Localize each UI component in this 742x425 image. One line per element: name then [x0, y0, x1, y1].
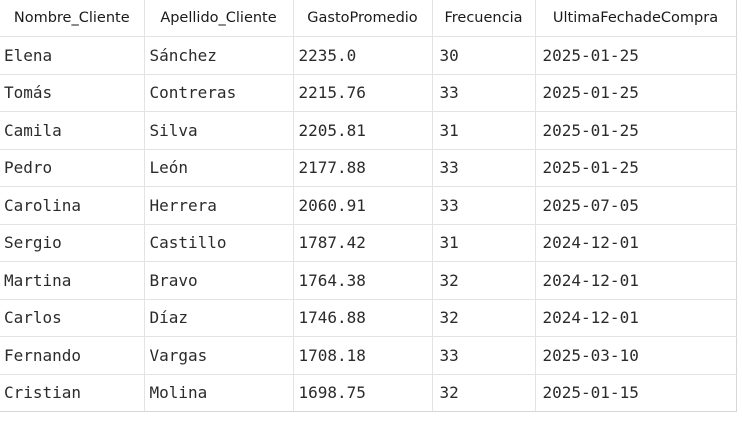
cell-frecuencia[interactable]: 33 [432, 336, 536, 375]
cell-nombre[interactable]: Fernando [0, 336, 145, 375]
cell-frecuencia[interactable]: 32 [432, 261, 536, 300]
cell-ultima-fecha[interactable]: 2025-01-25 [535, 111, 737, 150]
cell-nombre[interactable]: Carolina [0, 186, 145, 225]
cell-ultima-fecha[interactable]: 2024-12-01 [535, 224, 737, 262]
table-header: Nombre_Cliente Apellido_Cliente GastoPro… [0, 0, 737, 37]
cell-nombre[interactable]: Tomás [0, 74, 145, 112]
cell-nombre[interactable]: Pedro [0, 149, 145, 187]
cell-gasto-promedio[interactable]: 1787.42 [293, 224, 433, 262]
cell-gasto-promedio[interactable]: 2177.88 [293, 149, 433, 187]
cell-frecuencia[interactable]: 32 [432, 299, 536, 337]
column-header-gasto-promedio[interactable]: GastoPromedio [293, 0, 433, 37]
cell-gasto-promedio[interactable]: 2060.91 [293, 186, 433, 225]
cell-frecuencia[interactable]: 31 [432, 111, 536, 150]
cell-apellido[interactable]: Silva [144, 111, 294, 150]
cell-nombre[interactable]: Camila [0, 111, 145, 150]
cell-gasto-promedio[interactable]: 1708.18 [293, 336, 433, 375]
table-row[interactable]: Carlos Díaz 1746.88 32 2024-12-01 [0, 299, 737, 337]
cell-nombre[interactable]: Cristian [0, 374, 145, 412]
column-header-nombre-cliente[interactable]: Nombre_Cliente [0, 0, 145, 37]
cell-frecuencia[interactable]: 33 [432, 186, 536, 225]
cell-ultima-fecha[interactable]: 2024-12-01 [535, 261, 737, 300]
cell-frecuencia[interactable]: 30 [432, 36, 536, 75]
cell-nombre[interactable]: Sergio [0, 224, 145, 262]
table-row[interactable]: Pedro León 2177.88 33 2025-01-25 [0, 149, 737, 187]
cell-apellido[interactable]: Herrera [144, 186, 294, 225]
header-row: Nombre_Cliente Apellido_Cliente GastoPro… [0, 0, 737, 37]
cell-ultima-fecha[interactable]: 2025-01-15 [535, 374, 737, 412]
cell-gasto-promedio[interactable]: 1764.38 [293, 261, 433, 300]
query-result-grid: Nombre_Cliente Apellido_Cliente GastoPro… [0, 0, 737, 412]
cell-nombre[interactable]: Carlos [0, 299, 145, 337]
column-header-frecuencia[interactable]: Frecuencia [432, 0, 536, 37]
table-row[interactable]: Fernando Vargas 1708.18 33 2025-03-10 [0, 336, 737, 375]
cell-ultima-fecha[interactable]: 2025-01-25 [535, 74, 737, 112]
table-row[interactable]: Carolina Herrera 2060.91 33 2025-07-05 [0, 186, 737, 225]
cell-apellido[interactable]: Sánchez [144, 36, 294, 75]
cell-gasto-promedio[interactable]: 2215.76 [293, 74, 433, 112]
table-row[interactable]: Cristian Molina 1698.75 32 2025-01-15 [0, 374, 737, 412]
cell-ultima-fecha[interactable]: 2025-07-05 [535, 186, 737, 225]
cell-apellido[interactable]: Bravo [144, 261, 294, 300]
cell-frecuencia[interactable]: 33 [432, 149, 536, 187]
table-row[interactable]: Camila Silva 2205.81 31 2025-01-25 [0, 111, 737, 150]
cell-gasto-promedio[interactable]: 2205.81 [293, 111, 433, 150]
cell-apellido[interactable]: Molina [144, 374, 294, 412]
column-header-apellido-cliente[interactable]: Apellido_Cliente [144, 0, 294, 37]
cell-nombre[interactable]: Elena [0, 36, 145, 75]
cell-apellido[interactable]: Díaz [144, 299, 294, 337]
cell-apellido[interactable]: Contreras [144, 74, 294, 112]
result-table: Nombre_Cliente Apellido_Cliente GastoPro… [0, 0, 737, 412]
cell-gasto-promedio[interactable]: 1698.75 [293, 374, 433, 412]
table-row[interactable]: Elena Sánchez 2235.0 30 2025-01-25 [0, 36, 737, 75]
table-row[interactable]: Sergio Castillo 1787.42 31 2024-12-01 [0, 224, 737, 262]
table-row[interactable]: Tomás Contreras 2215.76 33 2025-01-25 [0, 74, 737, 112]
cell-apellido[interactable]: Vargas [144, 336, 294, 375]
cell-frecuencia[interactable]: 33 [432, 74, 536, 112]
cell-gasto-promedio[interactable]: 2235.0 [293, 36, 433, 75]
cell-apellido[interactable]: León [144, 149, 294, 187]
cell-ultima-fecha[interactable]: 2025-03-10 [535, 336, 737, 375]
cell-apellido[interactable]: Castillo [144, 224, 294, 262]
cell-ultima-fecha[interactable]: 2025-01-25 [535, 36, 737, 75]
cell-ultima-fecha[interactable]: 2024-12-01 [535, 299, 737, 337]
cell-frecuencia[interactable]: 31 [432, 224, 536, 262]
cell-gasto-promedio[interactable]: 1746.88 [293, 299, 433, 337]
cell-ultima-fecha[interactable]: 2025-01-25 [535, 149, 737, 187]
table-row[interactable]: Martina Bravo 1764.38 32 2024-12-01 [0, 261, 737, 300]
cell-nombre[interactable]: Martina [0, 261, 145, 300]
column-header-ultima-fecha-compra[interactable]: UltimaFechadeCompra [535, 0, 737, 37]
cell-frecuencia[interactable]: 32 [432, 374, 536, 412]
table-body: Elena Sánchez 2235.0 30 2025-01-25 Tomás Contr… [0, 36, 737, 412]
